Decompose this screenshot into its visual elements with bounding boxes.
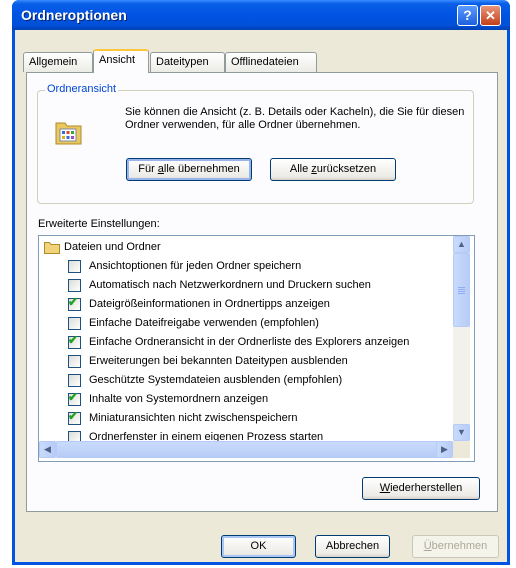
dialog-window: Ordneroptionen ? ✕ Allgemein Ansicht Dat… xyxy=(12,0,510,565)
button-text: lle übernehmen xyxy=(163,163,240,175)
checkmark-icon: ✔ xyxy=(68,333,79,347)
list-folder-header: Dateien und Ordner xyxy=(39,238,453,257)
checkbox[interactable]: ✔ xyxy=(68,390,81,406)
checkmark-icon: ✔ xyxy=(68,390,79,404)
apply-to-all-folders-button[interactable]: Für alle übernehmen xyxy=(126,158,252,181)
checkbox[interactable]: ✔ xyxy=(68,409,81,425)
list-item-label: Einfache Ordneransicht in der Ordnerlist… xyxy=(89,336,410,348)
grip-line xyxy=(458,291,465,292)
checkbox[interactable]: ✔ xyxy=(68,333,81,349)
list-item[interactable]: ✔ Einfache Ordneransicht in der Ordnerlis… xyxy=(39,333,453,352)
tab-label: Allgemein xyxy=(29,56,78,68)
vertical-scroll-thumb[interactable] xyxy=(453,253,470,327)
checkbox[interactable] xyxy=(68,260,81,273)
tab-dateitypen[interactable]: Dateitypen xyxy=(150,52,225,72)
tab-ansicht[interactable]: Ansicht xyxy=(93,49,149,73)
scroll-right-arrow-icon: ▶ xyxy=(441,444,448,454)
button-text: Für xyxy=(138,163,158,175)
scroll-left-button[interactable]: ◀ xyxy=(39,441,56,458)
dialog-client: Allgemein Ansicht Dateitypen Offlinedate… xyxy=(15,30,507,562)
list-item[interactable]: Einfache Dateifreigabe verwenden (empfoh… xyxy=(39,314,453,333)
restore-defaults-button[interactable]: Wiederherstellen xyxy=(362,477,480,500)
checkbox[interactable] xyxy=(68,279,81,292)
list-item[interactable]: Erweiterungen bei bekannten Dateitypen a… xyxy=(39,352,453,371)
checkmark-icon: ✔ xyxy=(68,409,79,423)
button-text: urücksetzen xyxy=(316,163,377,175)
cancel-button[interactable]: Abbrechen xyxy=(315,535,390,558)
group-title: Ordneransicht xyxy=(45,83,119,95)
reset-all-folders-button[interactable]: Alle zurücksetzen xyxy=(270,158,396,181)
button-text: Alle xyxy=(289,163,312,175)
scroll-down-button[interactable]: ▼ xyxy=(453,424,470,441)
window-title: Ordneroptionen xyxy=(21,7,127,23)
horizontal-scroll-thumb[interactable] xyxy=(56,441,440,458)
list-item[interactable]: ✔ Miniaturansichten nicht zwischenspeiche… xyxy=(39,409,453,428)
tab-label: Ansicht xyxy=(99,54,136,66)
folder-view-description: Sie können die Ansicht (z. B. Details od… xyxy=(125,106,465,131)
list-item[interactable]: ✔ Dateigrößeinformationen in Ordnertipps … xyxy=(39,295,453,314)
button-text: iederherstellen xyxy=(390,482,463,494)
list-item-label: Miniaturansichten nicht zwischenspeicher… xyxy=(89,412,298,424)
tab-label: Offlinedateien xyxy=(231,56,299,68)
scroll-up-arrow-icon: ▲ xyxy=(457,239,466,249)
title-bar[interactable]: Ordneroptionen ? ✕ xyxy=(12,0,510,30)
folder-view-group: Ordneransicht Sie können die Ansicht (z.… xyxy=(37,83,474,204)
advanced-settings-list[interactable]: Dateien und Ordner Ansichtoptionen für j… xyxy=(38,235,475,462)
ok-button[interactable]: OK xyxy=(221,535,296,558)
scroll-down-arrow-icon: ▼ xyxy=(457,427,466,437)
list-item-label: Erweiterungen bei bekannten Dateitypen a… xyxy=(89,355,348,367)
list-item[interactable]: Geschützte Systemdateien ausblenden (emp… xyxy=(39,371,453,390)
folder-icon xyxy=(44,241,60,254)
scroll-left-arrow-icon: ◀ xyxy=(44,444,51,454)
checkbox[interactable]: ✔ xyxy=(68,295,81,311)
scroll-up-button[interactable]: ▲ xyxy=(453,236,470,253)
button-accelerator: Ü xyxy=(423,540,432,552)
folder-view-icon xyxy=(54,117,84,147)
help-button[interactable]: ? xyxy=(457,5,478,26)
tab-offlinedateien[interactable]: Offlinedateien xyxy=(225,52,317,72)
list-item-label: Inhalte von Systemordnern anzeigen xyxy=(89,393,269,405)
scrollbar-corner xyxy=(453,441,470,458)
grip-line xyxy=(458,289,465,290)
grip-line xyxy=(458,287,465,288)
vertical-scrollbar[interactable]: ▲ ▼ xyxy=(453,236,470,441)
checkbox[interactable] xyxy=(68,317,81,330)
list-item-label: Ansichtoptionen für jeden Ordner speiche… xyxy=(89,260,302,272)
grip-line xyxy=(458,293,465,294)
horizontal-scrollbar[interactable]: ◀ ▶ xyxy=(39,441,453,458)
button-accelerator: W xyxy=(379,482,391,494)
list-item-label: Dateigrößeinformationen in Ordnertipps a… xyxy=(89,298,330,310)
list-item-label: Automatisch nach Netzwerkordnern und Dru… xyxy=(89,279,371,291)
apply-button[interactable]: Übernehmen xyxy=(412,535,499,558)
tab-panel-ansicht: Ordneransicht Sie können die Ansicht (z.… xyxy=(26,72,498,512)
list-item[interactable]: ✔ Inhalte von Systemordnern anzeigen xyxy=(39,390,453,409)
checkbox[interactable] xyxy=(68,374,81,387)
checkbox[interactable] xyxy=(68,355,81,368)
list-item[interactable]: Ansichtoptionen für jeden Ordner speiche… xyxy=(39,257,453,276)
scroll-right-button[interactable]: ▶ xyxy=(436,441,453,458)
tab-label: Dateitypen xyxy=(156,56,209,68)
list-folder-label: Dateien und Ordner xyxy=(64,241,161,253)
list-item[interactable]: Automatisch nach Netzwerkordnern und Dru… xyxy=(39,276,453,295)
close-button[interactable]: ✕ xyxy=(480,5,501,26)
tab-allgemein[interactable]: Allgemein xyxy=(23,52,93,72)
checkmark-icon: ✔ xyxy=(68,295,79,309)
advanced-settings-label: Erweiterte Einstellungen: xyxy=(38,218,160,230)
button-text: bernehmen xyxy=(431,540,488,552)
list-item-label: Einfache Dateifreigabe verwenden (empfoh… xyxy=(89,317,319,329)
list-item-label: Geschützte Systemdateien ausblenden (emp… xyxy=(89,374,343,386)
